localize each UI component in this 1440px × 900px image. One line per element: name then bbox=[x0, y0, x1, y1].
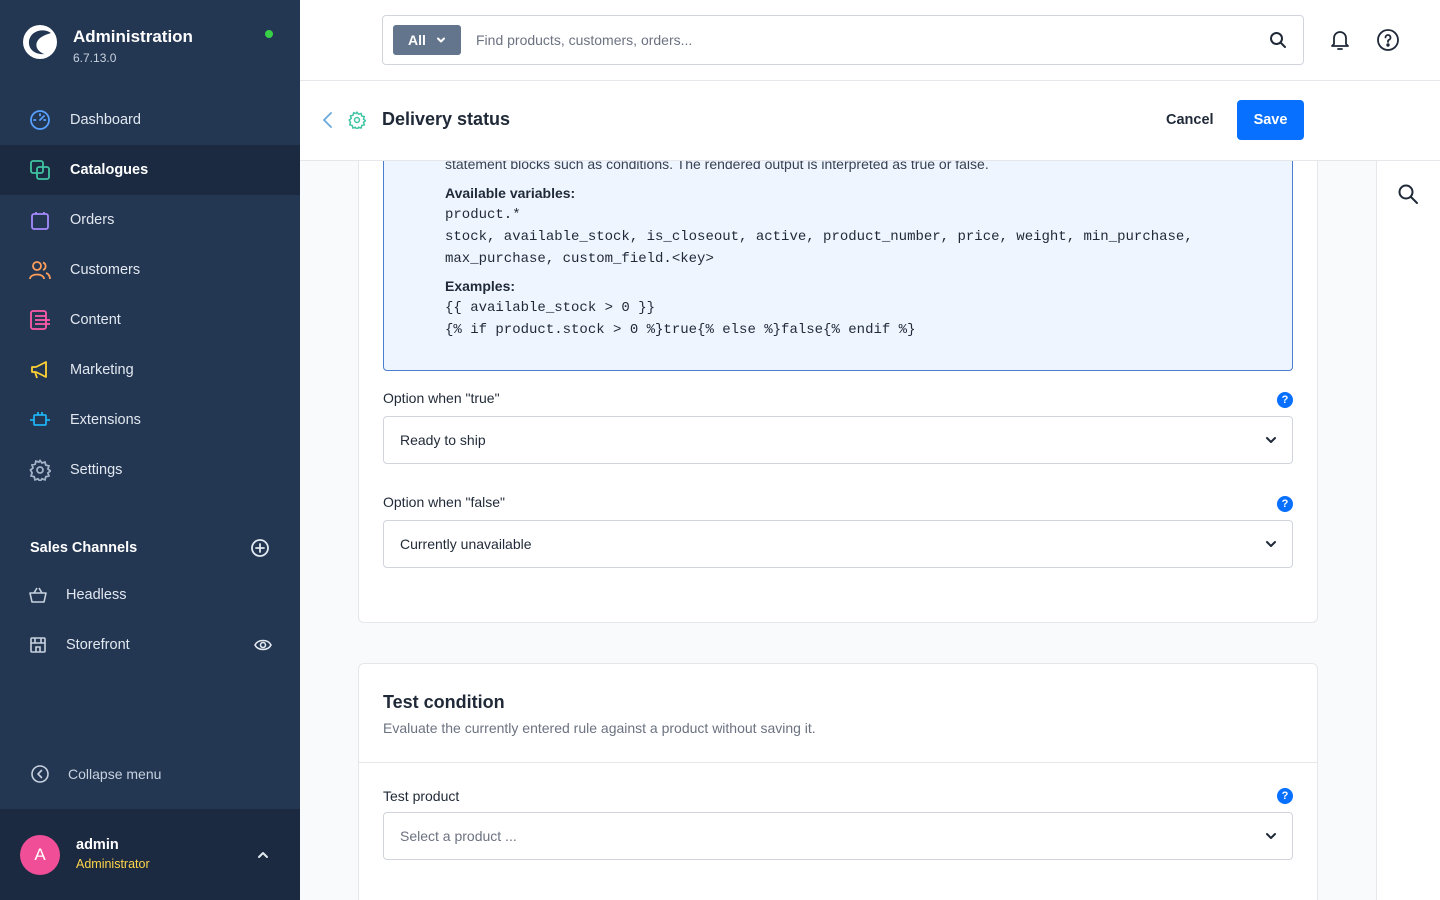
back-arrow-icon[interactable] bbox=[320, 111, 336, 129]
search-type-dropdown[interactable]: All bbox=[393, 25, 461, 55]
page-header: Delivery status Cancel Save bbox=[300, 81, 1440, 161]
marketing-icon bbox=[28, 358, 52, 382]
divider bbox=[359, 762, 1317, 763]
shopware-logo-icon bbox=[23, 25, 57, 59]
variables-line: stock, available_stock, is_closeout, act… bbox=[445, 229, 1193, 245]
search-type-label: All bbox=[408, 32, 426, 48]
bell-icon[interactable] bbox=[1328, 28, 1352, 52]
sidebar-item-orders[interactable]: Orders bbox=[0, 195, 300, 245]
catalogue-icon bbox=[28, 158, 52, 182]
orders-icon bbox=[28, 208, 52, 232]
variables-line: max_purchase, custom_field.<key> bbox=[445, 251, 714, 267]
cancel-button[interactable]: Cancel bbox=[1150, 100, 1230, 140]
chevron-down-icon bbox=[436, 37, 445, 43]
main-nav: Dashboard Catalogues Orders Customers Co… bbox=[0, 95, 300, 495]
sidebar-item-extensions[interactable]: Extensions bbox=[0, 395, 300, 445]
sidebar-item-label: Customers bbox=[70, 262, 141, 278]
sidebar-item-catalogues[interactable]: Catalogues bbox=[0, 145, 300, 195]
option-false-value: Currently unavailable bbox=[400, 536, 532, 552]
option-true-label: Option when "true" bbox=[383, 390, 500, 406]
basket-icon bbox=[28, 583, 48, 607]
chevron-down-icon bbox=[1266, 541, 1276, 547]
sidebar-item-label: Marketing bbox=[70, 362, 134, 378]
page-title: Delivery status bbox=[382, 109, 511, 129]
storefront-icon bbox=[28, 633, 48, 657]
help-icon[interactable] bbox=[1376, 28, 1400, 52]
option-true-select[interactable]: Ready to ship bbox=[383, 416, 1293, 464]
help-tooltip-icon[interactable]: ? bbox=[1277, 392, 1293, 408]
app-title: Administration bbox=[73, 27, 193, 46]
search-icon[interactable] bbox=[1397, 183, 1419, 205]
save-button[interactable]: Save bbox=[1237, 100, 1304, 140]
customers-icon bbox=[28, 258, 52, 282]
sidebar-item-marketing[interactable]: Marketing bbox=[0, 345, 300, 395]
sidebar-item-label: Settings bbox=[70, 462, 123, 478]
sidebar-item-dashboard[interactable]: Dashboard bbox=[0, 95, 300, 145]
collapse-chevron-icon bbox=[31, 765, 49, 783]
sales-channel-label: Storefront bbox=[66, 637, 130, 653]
search-icon[interactable] bbox=[1269, 31, 1287, 49]
chevron-down-icon bbox=[1266, 833, 1276, 839]
collapse-menu-button[interactable]: Collapse menu bbox=[30, 764, 161, 784]
help-intro-text: statement blocks such as conditions. The… bbox=[445, 161, 989, 172]
main-content: statement blocks such as conditions. The… bbox=[300, 161, 1376, 900]
test-condition-subtitle: Evaluate the currently entered rule agai… bbox=[383, 720, 816, 736]
examples-heading: Examples: bbox=[445, 278, 516, 294]
sidebar-item-label: Extensions bbox=[70, 412, 141, 428]
user-name: admin bbox=[76, 837, 119, 853]
option-false-label: Option when "false" bbox=[383, 494, 506, 510]
option-false-select[interactable]: Currently unavailable bbox=[383, 520, 1293, 568]
sidebar-item-content[interactable]: Content bbox=[0, 295, 300, 345]
chevron-down-icon bbox=[1266, 437, 1276, 443]
settings-gear-icon bbox=[348, 111, 366, 129]
rule-help-box: statement blocks such as conditions. The… bbox=[383, 161, 1293, 371]
brand: Administration 6.7.13.0 bbox=[22, 24, 193, 66]
sales-channel-list: Headless Storefront bbox=[0, 570, 300, 670]
eye-icon[interactable] bbox=[254, 636, 272, 654]
test-product-label: Test product bbox=[383, 788, 460, 804]
user-menu[interactable]: A admin Administrator bbox=[0, 809, 300, 900]
test-product-placeholder: Select a product ... bbox=[400, 828, 517, 844]
sidebar-right-rail bbox=[1376, 161, 1440, 900]
search-input[interactable] bbox=[476, 32, 1269, 48]
online-status-indicator bbox=[265, 30, 273, 38]
test-product-select[interactable]: Select a product ... bbox=[383, 812, 1293, 860]
sales-channel-item-headless[interactable]: Headless bbox=[0, 570, 300, 620]
option-true-value: Ready to ship bbox=[400, 432, 486, 448]
add-sales-channel-icon[interactable] bbox=[250, 538, 270, 558]
sales-channel-item-storefront[interactable]: Storefront bbox=[0, 620, 300, 670]
settings-icon bbox=[28, 458, 52, 482]
top-bar: All bbox=[300, 0, 1440, 81]
sidebar-item-settings[interactable]: Settings bbox=[0, 445, 300, 495]
user-role: Administrator bbox=[76, 857, 150, 871]
example-line: {% if product.stock > 0 %}true{% else %}… bbox=[445, 322, 916, 338]
variables-line: product.* bbox=[445, 207, 521, 223]
example-line: {{ available_stock > 0 }} bbox=[445, 300, 656, 316]
sidebar-item-label: Content bbox=[70, 312, 121, 328]
extensions-icon bbox=[28, 408, 52, 432]
dashboard-icon bbox=[28, 108, 52, 132]
rule-settings-card: statement blocks such as conditions. The… bbox=[358, 161, 1318, 623]
sales-channels-title: Sales Channels bbox=[30, 540, 138, 556]
chevron-up-icon[interactable] bbox=[256, 848, 270, 862]
sidebar-item-label: Orders bbox=[70, 212, 115, 228]
sidebar-item-label: Catalogues bbox=[70, 162, 149, 178]
collapse-menu-label: Collapse menu bbox=[68, 766, 162, 782]
sales-channels-header: Sales Channels bbox=[30, 536, 270, 560]
help-tooltip-icon[interactable]: ? bbox=[1277, 788, 1293, 804]
avatar: A bbox=[20, 834, 60, 875]
sidebar-item-label: Dashboard bbox=[70, 112, 141, 128]
sidebar: Administration 6.7.13.0 Dashboard Catalo… bbox=[0, 0, 300, 900]
global-search: All bbox=[382, 15, 1304, 65]
variables-heading: Available variables: bbox=[445, 185, 576, 201]
sidebar-item-customers[interactable]: Customers bbox=[0, 245, 300, 295]
content-icon bbox=[28, 308, 52, 332]
help-tooltip-icon[interactable]: ? bbox=[1277, 496, 1293, 512]
app-version: 6.7.13.0 bbox=[73, 51, 117, 65]
sales-channel-label: Headless bbox=[66, 587, 127, 603]
test-condition-title: Test condition bbox=[383, 692, 505, 712]
test-condition-card: Test condition Evaluate the currently en… bbox=[358, 663, 1318, 900]
